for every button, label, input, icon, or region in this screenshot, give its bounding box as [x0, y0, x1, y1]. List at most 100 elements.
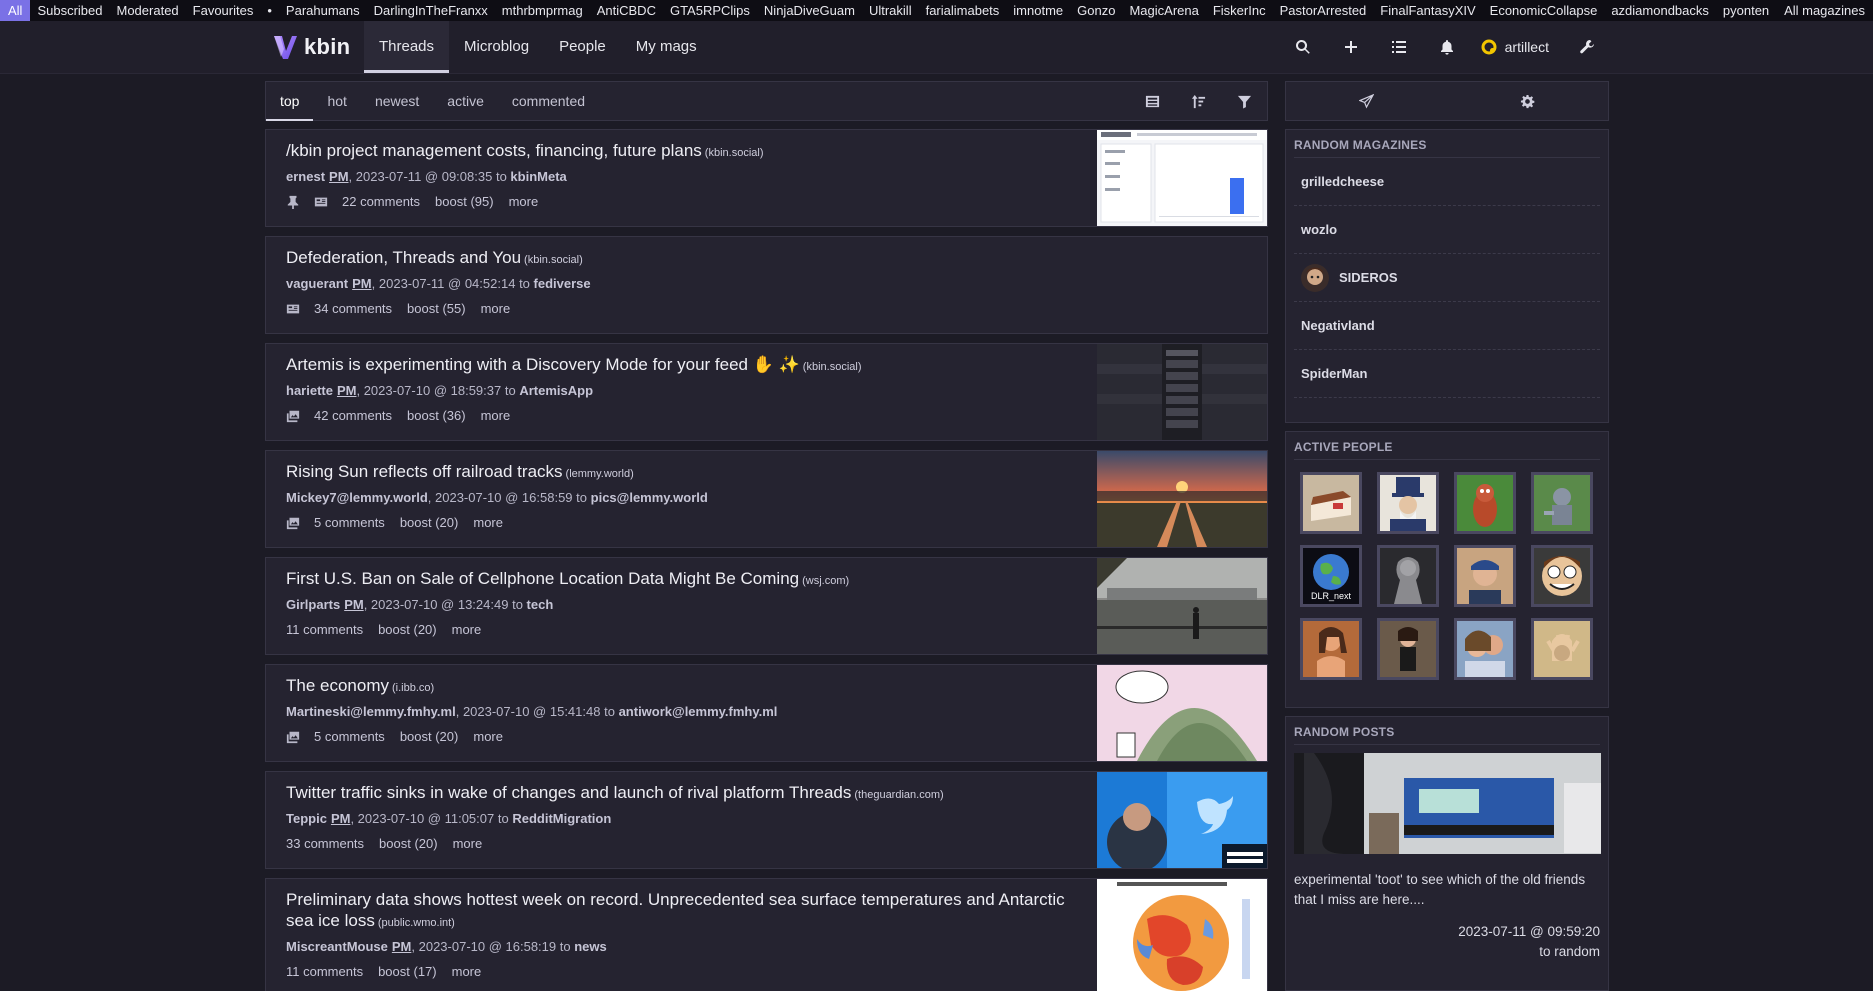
thread-magazine[interactable]: kbinMeta	[510, 169, 566, 184]
thread-magazine[interactable]: pics@lemmy.world	[591, 490, 708, 505]
person-avatar[interactable]	[1300, 618, 1362, 680]
comments-link[interactable]: 11 comments	[286, 964, 363, 980]
thread-author[interactable]: Teppic	[286, 811, 327, 826]
boost-button[interactable]: boost (17)	[378, 964, 437, 980]
topbar-item-magazine[interactable]: pyonten	[1716, 0, 1776, 21]
boost-button[interactable]: boost (55)	[407, 301, 466, 317]
thread-author[interactable]: vaguerant	[286, 276, 348, 291]
person-avatar[interactable]	[1531, 618, 1593, 680]
topbar-item-magazine[interactable]: azdiamondbacks	[1604, 0, 1716, 21]
nav-my-mags[interactable]: My mags	[621, 21, 712, 73]
thread-domain[interactable]: (kbin.social)	[705, 147, 764, 159]
person-avatar[interactable]	[1377, 545, 1439, 607]
random-magazine-item[interactable]: wozlo	[1294, 206, 1600, 254]
thread-title[interactable]: Rising Sun reflects off railroad tracks	[286, 462, 563, 481]
topbar-item-magazine[interactable]: Gonzo	[1070, 0, 1122, 21]
comments-link[interactable]: 22 comments	[342, 194, 420, 210]
topbar-item-magazine[interactable]: Ultrakill	[862, 0, 919, 21]
topbar-item-magazine[interactable]: FiskerInc	[1206, 0, 1273, 21]
random-post-image[interactable]	[1294, 753, 1601, 854]
thread-title[interactable]: First U.S. Ban on Sale of Cellphone Loca…	[286, 569, 799, 588]
sort-tab-commented[interactable]: commented	[498, 82, 599, 120]
boost-button[interactable]: boost (20)	[378, 622, 437, 638]
thread-domain[interactable]: (kbin.social)	[803, 361, 862, 373]
comments-link[interactable]: 5 comments	[314, 729, 385, 745]
topbar-item-magazine[interactable]: Parahumans	[279, 0, 367, 21]
topbar-item-magazine[interactable]: imnotme	[1006, 0, 1070, 21]
person-avatar[interactable]	[1377, 472, 1439, 534]
boost-button[interactable]: boost (95)	[435, 194, 494, 210]
kbin-logo[interactable]: kbin	[272, 33, 350, 61]
nav-people[interactable]: People	[544, 21, 621, 73]
random-post-magazine[interactable]: to random	[1294, 942, 1600, 962]
pm-link[interactable]: PM	[352, 276, 372, 291]
thread-title[interactable]: Artemis is experimenting with a Discover…	[286, 355, 800, 374]
thread-magazine[interactable]: antiwork@lemmy.fmhy.ml	[619, 704, 778, 719]
topbar-item-all[interactable]: All	[0, 0, 31, 21]
sidebar-send-button[interactable]	[1286, 82, 1447, 120]
sort-tab-top[interactable]: top	[266, 82, 314, 121]
thread-domain[interactable]: (lemmy.world)	[566, 468, 634, 480]
person-avatar[interactable]	[1377, 618, 1439, 680]
more-button[interactable]: more	[473, 729, 503, 745]
thread-magazine[interactable]: news	[574, 939, 607, 954]
more-button[interactable]: more	[452, 964, 482, 980]
nav-threads[interactable]: Threads	[364, 21, 450, 73]
comments-link[interactable]: 5 comments	[314, 515, 385, 531]
thread-author[interactable]: MiscreantMouse	[286, 939, 388, 954]
notifications-button[interactable]	[1423, 21, 1471, 73]
person-avatar[interactable]	[1531, 545, 1593, 607]
topbar-item-moderated[interactable]: Moderated	[110, 0, 186, 21]
boost-button[interactable]: boost (20)	[400, 729, 459, 745]
view-toggle-button[interactable]	[1129, 82, 1175, 120]
more-button[interactable]: more	[509, 194, 539, 210]
thread-domain[interactable]: (kbin.social)	[524, 254, 583, 266]
person-avatar[interactable]	[1454, 472, 1516, 534]
thread-author[interactable]: Girlparts	[286, 597, 340, 612]
person-avatar[interactable]	[1531, 472, 1593, 534]
comments-link[interactable]: 11 comments	[286, 622, 363, 638]
random-magazine-item[interactable]: Negativland	[1294, 302, 1600, 350]
filter-button[interactable]	[1221, 82, 1267, 120]
thread-magazine[interactable]: tech	[527, 597, 554, 612]
comments-link[interactable]: 42 comments	[314, 408, 392, 424]
list-button[interactable]	[1375, 21, 1423, 73]
comments-link[interactable]: 33 comments	[286, 836, 364, 852]
thread-magazine[interactable]: RedditMigration	[512, 811, 611, 826]
topbar-item-favourites[interactable]: Favourites	[186, 0, 261, 21]
thread-author[interactable]: hariette	[286, 383, 333, 398]
pm-link[interactable]: PM	[331, 811, 351, 826]
thread-magazine[interactable]: fediverse	[534, 276, 591, 291]
random-magazine-item[interactable]: SIDEROS	[1294, 254, 1600, 302]
more-button[interactable]: more	[481, 408, 511, 424]
random-magazine-item[interactable]: grilledcheese	[1294, 158, 1600, 206]
search-button[interactable]	[1279, 21, 1327, 73]
topbar-item-magazine[interactable]: DarlingInTheFranxx	[367, 0, 495, 21]
thread-author[interactable]: ernest	[286, 169, 325, 184]
sort-options-button[interactable]	[1175, 82, 1221, 120]
more-button[interactable]: more	[453, 836, 483, 852]
more-button[interactable]: more	[452, 622, 482, 638]
pm-link[interactable]: PM	[329, 169, 349, 184]
thread-thumbnail[interactable]	[1097, 451, 1267, 547]
person-avatar[interactable]: DLR_next	[1300, 545, 1362, 607]
person-avatar[interactable]	[1454, 545, 1516, 607]
topbar-item-magazine[interactable]: NinjaDiveGuam	[757, 0, 862, 21]
boost-button[interactable]: boost (36)	[407, 408, 466, 424]
sort-tab-active[interactable]: active	[433, 82, 498, 120]
person-avatar[interactable]	[1454, 618, 1516, 680]
thread-author[interactable]: Martineski@lemmy.fmhy.ml	[286, 704, 456, 719]
thread-title[interactable]: The economy	[286, 676, 389, 695]
topbar-item-magazine[interactable]: EconomicCollapse	[1483, 0, 1605, 21]
pm-link[interactable]: PM	[337, 383, 357, 398]
sort-tab-hot[interactable]: hot	[313, 82, 360, 120]
thread-title[interactable]: Twitter traffic sinks in wake of changes…	[286, 783, 851, 802]
thread-domain[interactable]: (theguardian.com)	[854, 789, 943, 801]
thread-domain[interactable]: (public.wmo.int)	[378, 917, 455, 929]
all-magazines-link[interactable]: All magazines	[1774, 0, 1873, 21]
thread-domain[interactable]: (i.ibb.co)	[392, 682, 434, 694]
thread-thumbnail[interactable]	[1097, 772, 1267, 868]
comments-link[interactable]: 34 comments	[314, 301, 392, 317]
topbar-item-magazine[interactable]: GTA5RPClips	[663, 0, 757, 21]
thread-title[interactable]: /kbin project management costs, financin…	[286, 141, 702, 160]
